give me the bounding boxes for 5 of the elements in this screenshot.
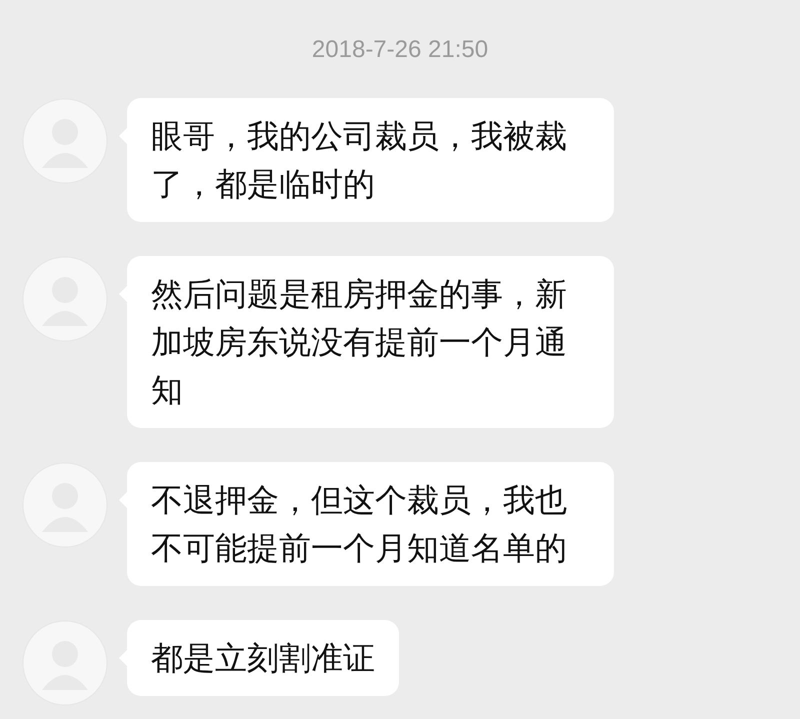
message-bubble: 都是立刻割准证 xyxy=(127,620,399,696)
message-bubble: 不退押金，但这个裁员，我也不可能提前一个月知道名单的 xyxy=(127,462,614,586)
timestamp: 2018-7-26 21:50 xyxy=(312,35,488,65)
message-bubble: 然后问题是租房押金的事，新加坡房东说没有提前一个月通知 xyxy=(127,256,614,428)
message-bubble: 眼哥，我的公司裁员，我被裁了，都是临时的 xyxy=(127,98,614,222)
